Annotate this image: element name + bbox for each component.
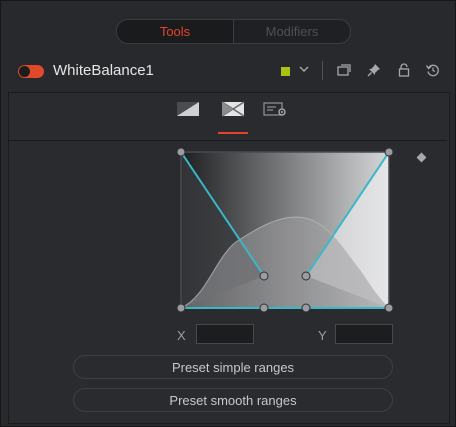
preset-simple-ranges-button[interactable]: Preset simple ranges [73,355,393,379]
curve-control-point[interactable] [259,303,269,313]
curve-control-point[interactable] [176,303,186,313]
reset-icon[interactable] [425,62,441,78]
curve-control-point[interactable] [384,303,394,313]
tab-divider [9,140,447,141]
ranges-tab-icon[interactable] [221,101,245,117]
lock-icon[interactable] [396,62,412,78]
node-enable-toggle[interactable] [18,65,44,78]
curve-control-point[interactable] [301,303,311,313]
color-tab-icon[interactable] [176,101,200,117]
tools-modifiers-switch: Tools Modifiers [116,19,351,44]
settings-tab-icon[interactable] [263,101,287,117]
curve-control-point[interactable] [176,147,186,157]
curve-control-point[interactable] [259,271,269,281]
pin-icon[interactable] [366,62,382,78]
header-divider [322,61,323,80]
node-name: WhiteBalance1 [53,62,154,79]
x-input[interactable] [196,324,254,344]
active-tab-indicator [218,132,248,134]
curve-control-point[interactable] [384,147,394,157]
curve-control-point[interactable] [301,271,311,281]
tab-modifiers[interactable]: Modifiers [233,20,350,43]
chevron-down-icon[interactable] [297,60,311,78]
node-color-chip[interactable] [281,67,290,76]
toggle-knob [19,66,30,77]
y-input[interactable] [335,324,393,344]
tab-tools[interactable]: Tools [117,20,233,43]
x-label: X [177,328,186,343]
y-label: Y [318,328,327,343]
versions-icon[interactable] [336,62,352,78]
range-curve-editor[interactable] [176,147,395,313]
preset-smooth-ranges-button[interactable]: Preset smooth ranges [73,388,393,412]
